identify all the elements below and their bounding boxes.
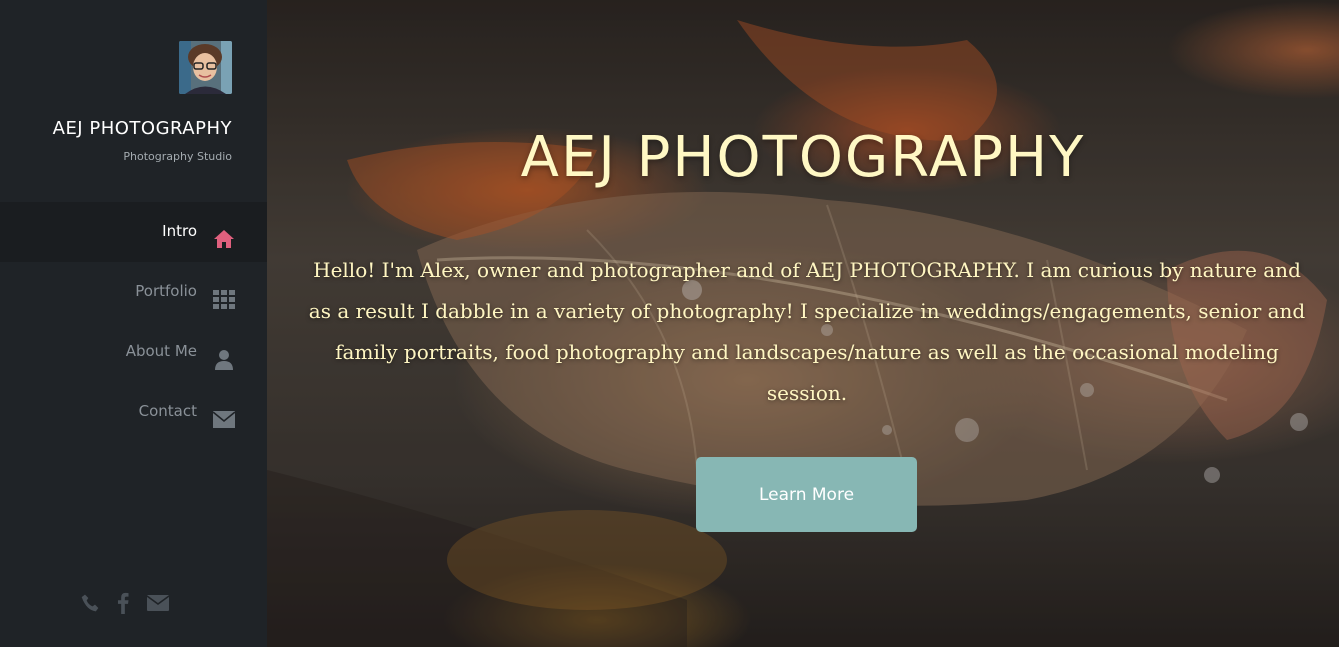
- email-icon[interactable]: [146, 593, 170, 617]
- sidebar-nav: Intro Portfolio About Me Contact: [0, 202, 267, 442]
- phone-icon[interactable]: [80, 593, 100, 617]
- nav-item-label: Contact: [138, 402, 197, 420]
- nav-item-label: Portfolio: [135, 282, 197, 300]
- nav-item-contact[interactable]: Contact: [0, 382, 267, 442]
- hero-title: AEJ PHOTOGRAPHY: [520, 125, 1086, 190]
- avatar[interactable]: [179, 41, 232, 94]
- learn-more-button[interactable]: Learn More: [696, 457, 917, 532]
- grid-icon: [212, 287, 236, 311]
- brand-title[interactable]: AEJ PHOTOGRAPHY: [53, 118, 232, 139]
- nav-item-portfolio[interactable]: Portfolio: [0, 262, 267, 322]
- facebook-icon[interactable]: [116, 592, 130, 618]
- nav-item-label: Intro: [162, 222, 197, 240]
- nav-item-label: About Me: [125, 342, 197, 360]
- envelope-icon: [212, 407, 236, 431]
- user-icon: [212, 347, 236, 371]
- sidebar: AEJ PHOTOGRAPHY Photography Studio Intro…: [0, 0, 267, 647]
- hero-intro-text: Hello! I'm Alex, owner and photographer …: [308, 258, 1306, 405]
- hero-section: AEJ PHOTOGRAPHY Hello! I'm Alex, owner a…: [267, 0, 1339, 647]
- nav-item-about-me[interactable]: About Me: [0, 322, 267, 382]
- home-icon: [212, 227, 236, 251]
- brand-subtitle: Photography Studio: [123, 150, 232, 163]
- nav-item-intro[interactable]: Intro: [0, 202, 267, 262]
- social-links: [80, 592, 186, 618]
